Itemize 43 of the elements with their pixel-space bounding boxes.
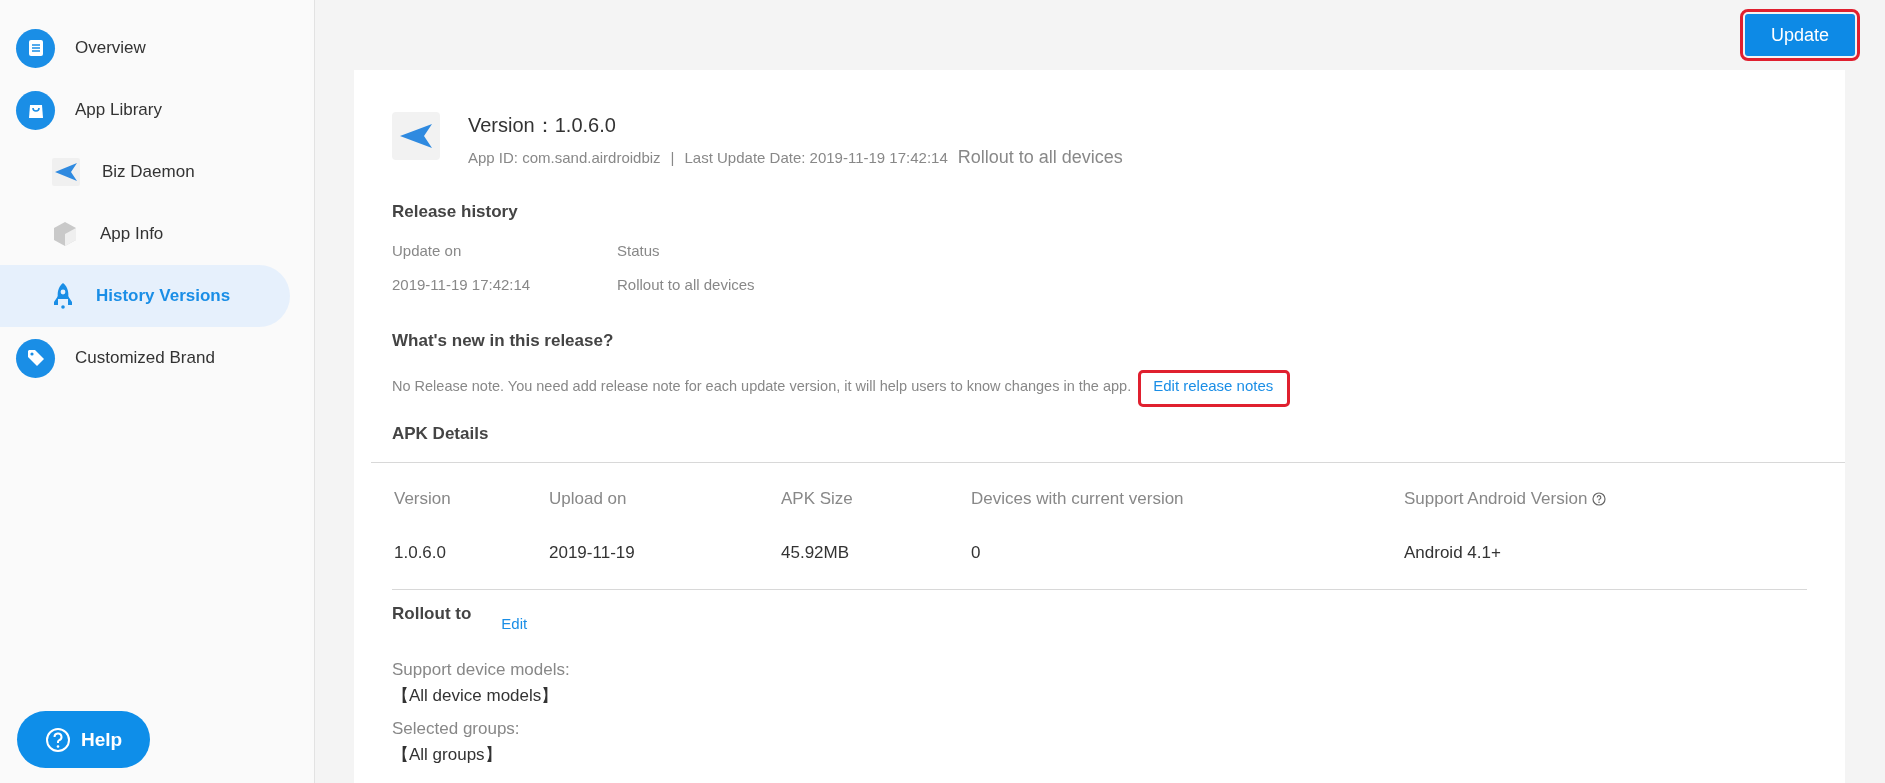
column-header: APK Size xyxy=(781,489,854,509)
field-value: 【All device models】 xyxy=(392,685,560,707)
section-title: Release history xyxy=(392,202,519,222)
help-icon xyxy=(1592,492,1607,506)
column-header: Upload on xyxy=(549,489,628,509)
column-header: Version xyxy=(394,489,452,509)
table-cell-text: Rollout to all devices xyxy=(617,276,756,293)
app-icon xyxy=(392,112,440,160)
rollout-status: Rollout to all devices xyxy=(957,147,1123,168)
field-label: Selected groups: xyxy=(392,719,521,739)
help-icon xyxy=(44,726,71,753)
sidebar-item[interactable]: App Library xyxy=(0,79,290,141)
section-title: Rollout to xyxy=(392,604,472,624)
separator: | xyxy=(670,149,675,166)
column-header: Update on xyxy=(392,242,463,259)
sidebar-item[interactable]: Overview xyxy=(0,17,290,79)
table-cell-text: 0 xyxy=(971,543,982,563)
edit-release-notes-link[interactable]: Edit release notes xyxy=(1141,373,1288,404)
paper-plane-icon xyxy=(52,158,80,186)
app-id: App ID: com.sand.airdroidbiz xyxy=(468,149,661,166)
sidebar-item[interactable]: App Info xyxy=(0,203,290,265)
cube-icon xyxy=(52,220,78,248)
tag-icon xyxy=(16,338,55,378)
last-update-date: Last Update Date: 2019-11-19 17:42:14 xyxy=(684,149,948,166)
column-header: Devices with current version xyxy=(971,489,1185,509)
sidebar-item[interactable]: Biz Daemon xyxy=(0,141,290,203)
sidebar-item[interactable]: Customized Brand xyxy=(0,327,290,389)
table-cell-text: 2019-11-19 xyxy=(549,543,636,563)
section-title: APK Details xyxy=(392,424,490,444)
table-cell-text: Android 4.1+ xyxy=(1404,543,1502,563)
table-cell-text: 1.0.6.0 xyxy=(394,543,447,563)
table-cell-text: 2019-11-19 17:42:14 xyxy=(392,276,532,293)
rocket-icon xyxy=(52,282,74,310)
release-note-text: No Release note. You need add release note for each update version, it will help users to know changes in the app. xyxy=(392,377,1132,394)
field-value: 【All groups】 xyxy=(392,744,503,766)
field-label: Support device models: xyxy=(392,660,571,680)
table-cell-text: 45.92MB xyxy=(781,543,851,563)
column-header: Status xyxy=(617,242,661,259)
shopping-bag-icon xyxy=(16,90,55,130)
document-icon xyxy=(16,28,55,68)
version-title: Version：1.0.6.0 xyxy=(468,113,617,138)
column-header: Support Android Version xyxy=(1404,489,1845,509)
section-title: What's new in this release? xyxy=(392,331,615,351)
